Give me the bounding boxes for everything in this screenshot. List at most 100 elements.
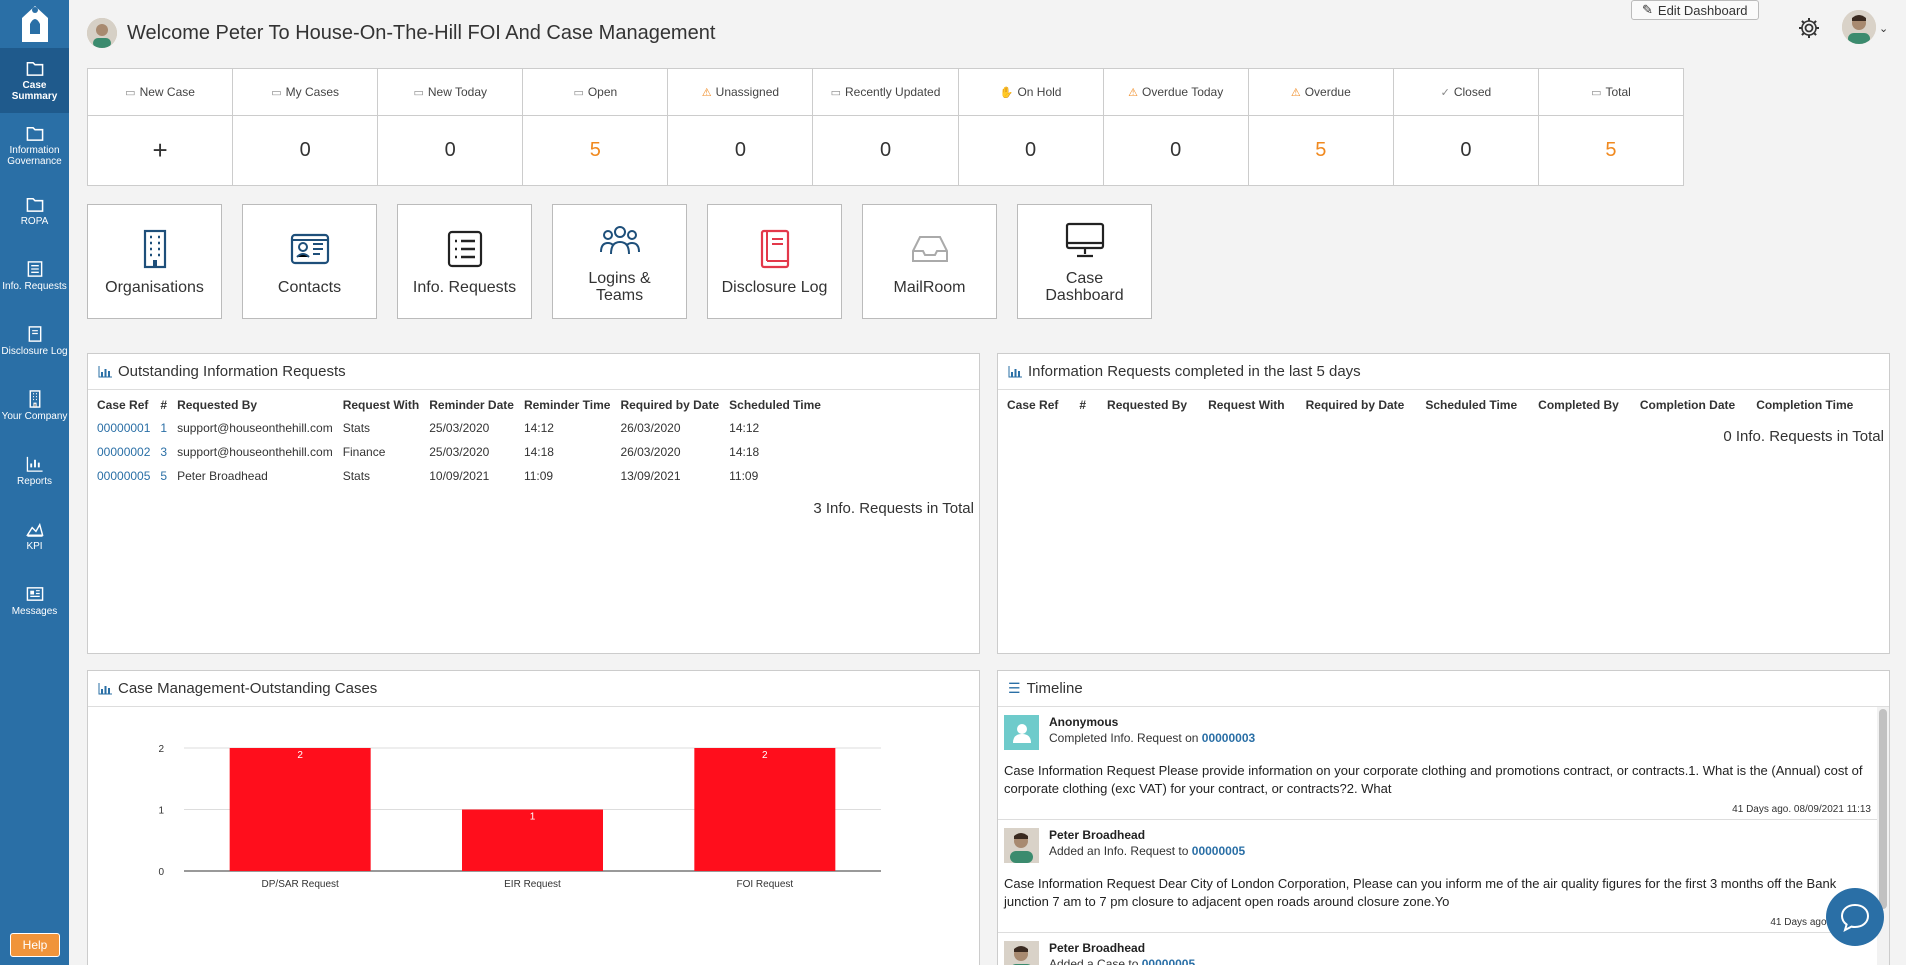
card-icon: ▭ (125, 86, 136, 99)
stat-new-case[interactable]: ▭ New Case + (88, 69, 234, 185)
newspaper-icon (26, 586, 43, 601)
column-header[interactable]: Required by Date (1301, 394, 1421, 416)
sidebar-item-ropa[interactable]: ROPA (0, 178, 69, 243)
column-header[interactable]: Requested By (1102, 394, 1203, 416)
timeline-action: Added an Info. Request to 00000005 (1049, 844, 1245, 858)
timeline-list[interactable]: Anonymous Completed Info. Request on 0000… (998, 707, 1877, 965)
table-cell: 11:09 (729, 469, 759, 483)
warning-icon: ⚠ (1290, 86, 1301, 99)
sidebar-item-info-requests[interactable]: Info. Requests (0, 243, 69, 308)
panel-header: Case Management-Outstanding Cases (88, 671, 979, 707)
timeline-action-text: Added a Case to (1049, 957, 1139, 965)
outstanding-cases-chart: 0 1 2 2 DP/SAR Request 1 EIR Request 2 FOI Reque… (158, 744, 881, 890)
book-icon (28, 325, 41, 342)
inbox-icon (911, 236, 948, 262)
stat-header: ⚠ Overdue Today (1103, 69, 1248, 116)
stat-value[interactable]: + (88, 116, 232, 185)
stat-closed[interactable]: ✓ Closed 0 (1393, 69, 1539, 185)
column-header[interactable]: Request With (338, 394, 425, 416)
sidebar-item-information-governance[interactable]: Information Governance (0, 113, 69, 178)
stat-value: 5 (589, 139, 601, 161)
stat-overdue-today[interactable]: ⚠ Overdue Today 0 (1103, 69, 1249, 185)
column-header[interactable]: Request With (1203, 394, 1301, 416)
table-cell: 3 (160, 445, 168, 459)
timeline-item[interactable]: Peter Broadhead Added a Case to 00000005 (998, 933, 1877, 965)
chevron-down-icon[interactable]: ⌄ (1879, 22, 1888, 35)
column-header[interactable]: # (155, 394, 172, 416)
panel-title: Timeline (1026, 680, 1083, 697)
case-ref-link[interactable]: 00000005 (1192, 844, 1245, 858)
case-ref-link[interactable]: 00000005 (1142, 957, 1195, 965)
tile-logins-teams[interactable]: Logins & Teams (552, 204, 687, 319)
table-cell: 26/03/2020 (620, 445, 681, 459)
column-header[interactable]: Required by Date (615, 394, 724, 416)
y-tick-label: 0 (158, 867, 164, 878)
tile-case-dashboard[interactable]: Case Dashboard (1017, 204, 1152, 319)
column-header[interactable]: Scheduled Time (724, 394, 826, 416)
bar-chart-icon (98, 682, 112, 694)
timeline-item[interactable]: Peter Broadhead Added an Info. Request to… (998, 820, 1877, 933)
table-row[interactable]: 00000002 3 support@houseonthehill.com Finan… (92, 440, 826, 464)
stat-my-cases[interactable]: ▭ My Cases 0 (233, 69, 379, 185)
stat-new-today[interactable]: ▭ New Today 0 (378, 69, 524, 185)
sidebar-item-disclosure-log[interactable]: Disclosure Log (0, 308, 69, 373)
case-ref-link[interactable]: 00000003 (1202, 731, 1255, 745)
column-header[interactable]: Completion Time (1751, 394, 1869, 416)
column-header[interactable]: Completion Date (1635, 394, 1751, 416)
case-stats-bar: ▭ New Case + ▭ My Cases 0 ▭ New Today 0 ▭ Open 5 ⚠ Un… (87, 68, 1684, 186)
case-ref-link[interactable]: 00000002 (92, 440, 155, 464)
tile-contacts[interactable]: Contacts (242, 204, 377, 319)
column-header[interactable]: Requested By (172, 394, 338, 416)
sidebar-item-label: Reports (16, 475, 52, 487)
sidebar-item-label: Your Company (1, 410, 68, 422)
stat-label: Open (587, 85, 618, 99)
column-header[interactable]: Reminder Date (424, 394, 519, 416)
table-cell: 26/03/2020 (620, 421, 681, 435)
sidebar-item-your-company[interactable]: Your Company (0, 373, 69, 438)
case-ref-link[interactable]: 00000005 (92, 464, 155, 488)
chat-button[interactable] (1826, 888, 1884, 946)
table-cell: 10/09/2021 (429, 469, 490, 483)
panel-header: ☰ Timeline (998, 671, 1889, 707)
user-avatar[interactable] (1842, 10, 1876, 44)
stat-open[interactable]: ▭ Open 5 (523, 69, 669, 185)
column-header[interactable]: # (1074, 394, 1102, 416)
card-icon: ▭ (271, 86, 282, 99)
column-header[interactable]: Case Ref (1002, 394, 1074, 416)
tile-info-requests[interactable]: Info. Requests (397, 204, 532, 319)
stat-unassigned[interactable]: ⚠ Unassigned 0 (668, 69, 814, 185)
edit-dashboard-button[interactable]: ✎ Edit Dashboard (1631, 0, 1759, 20)
stat-overdue[interactable]: ⚠ Overdue 5 (1248, 69, 1394, 185)
sidebar-item-kpi[interactable]: KPI (0, 503, 69, 568)
panel-title: Information Requests completed in the la… (1028, 363, 1361, 380)
stat-label: Overdue (1304, 85, 1351, 99)
stat-value: 0 (1460, 139, 1472, 161)
column-header[interactable]: Reminder Time (519, 394, 615, 416)
page-title: Welcome Peter To House-On-The-Hill FOI A… (127, 21, 716, 44)
sidebar-item-case-summary[interactable]: Case Summary (0, 48, 69, 113)
x-tick-label: FOI Request (736, 879, 793, 890)
timeline-user: Anonymous (1049, 715, 1119, 729)
timeline-item[interactable]: Anonymous Completed Info. Request on 0000… (998, 707, 1877, 820)
stat-recently-updated[interactable]: ▭ Recently Updated 0 (813, 69, 959, 185)
column-header[interactable]: Case Ref (92, 394, 155, 416)
folder-icon (26, 127, 43, 141)
sidebar-item-messages[interactable]: Messages (0, 568, 69, 633)
app-logo[interactable] (0, 0, 69, 48)
table-row[interactable]: 00000001 1 support@houseonthehill.com Stats… (92, 416, 826, 440)
edit-dashboard-label: Edit Dashboard (1657, 2, 1748, 18)
stat-total[interactable]: ▭ Total 5 (1538, 69, 1684, 185)
stat-on-hold[interactable]: ✋ On Hold 0 (958, 69, 1104, 185)
column-header[interactable]: Completed By (1533, 394, 1635, 416)
column-header[interactable]: Scheduled Time (1420, 394, 1533, 416)
timeline-body: Case Information Request Please provide … (1004, 763, 1863, 796)
sidebar-item-reports[interactable]: Reports (0, 438, 69, 503)
tile-mailroom[interactable]: MailRoom (862, 204, 997, 319)
tile-organisations[interactable]: Organisations (87, 204, 222, 319)
gear-icon[interactable] (1797, 16, 1821, 40)
case-ref-link[interactable]: 00000001 (92, 416, 155, 440)
help-button[interactable]: Help (10, 933, 60, 957)
x-tick-label: EIR Request (504, 879, 561, 890)
table-row[interactable]: 00000005 5 Peter Broadhead Stats 10/09/2021 1… (92, 464, 826, 488)
tile-disclosure-log[interactable]: Disclosure Log (707, 204, 842, 319)
